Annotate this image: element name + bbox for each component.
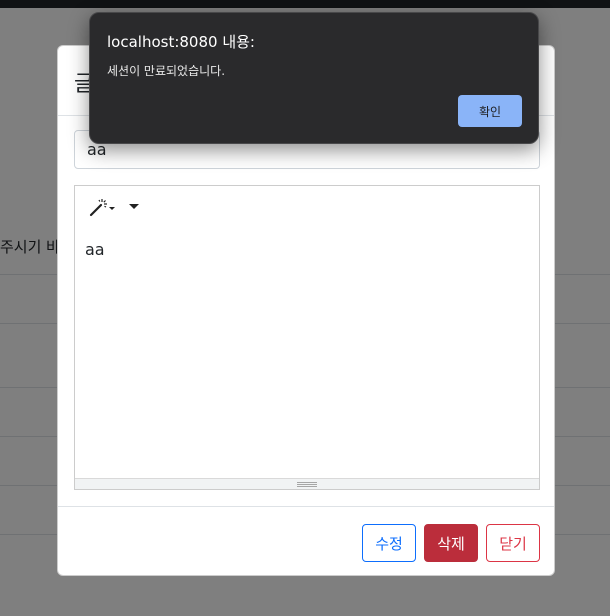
- grip-icon: [297, 482, 317, 487]
- editor-resize-handle[interactable]: [75, 478, 539, 489]
- style-dropdown-button[interactable]: [87, 196, 127, 218]
- editor-content[interactable]: aa: [75, 226, 539, 478]
- close-button[interactable]: 닫기: [486, 524, 540, 562]
- rich-text-editor: aa: [74, 185, 540, 490]
- modal-footer: 수정 삭제 닫기: [58, 506, 554, 576]
- delete-button[interactable]: 삭제: [424, 524, 478, 562]
- magic-wand-icon: [89, 199, 115, 217]
- editor-toolbar: [75, 186, 539, 226]
- edit-button[interactable]: 수정: [362, 524, 416, 562]
- alert-ok-button[interactable]: 확인: [458, 95, 522, 127]
- alert-title: localhost:8080 내용:: [107, 33, 255, 51]
- alert-message: 세션이 만료되었습니다.: [107, 64, 226, 78]
- browser-alert-dialog: localhost:8080 내용: 세션이 만료되었습니다. 확인: [89, 12, 539, 144]
- caret-down-icon[interactable]: [129, 204, 139, 210]
